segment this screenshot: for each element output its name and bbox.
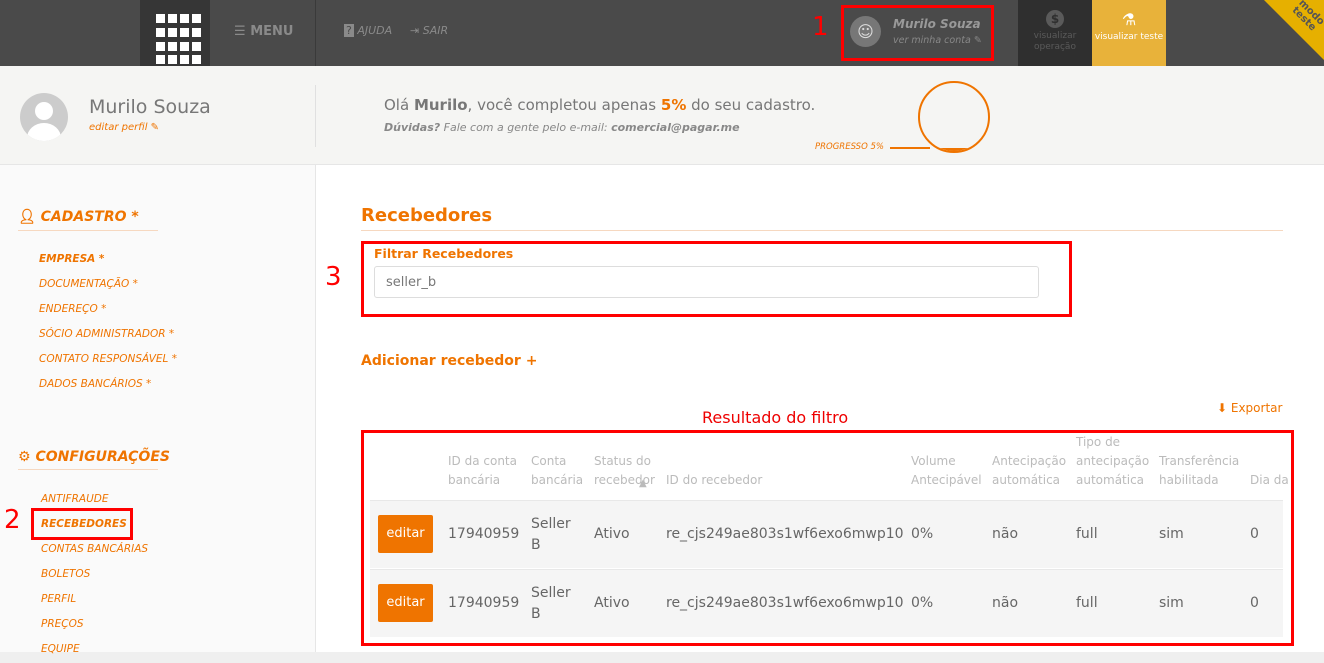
- column-header[interactable]: Antecipação automática: [992, 452, 1072, 490]
- dollar-icon: $: [1046, 10, 1064, 28]
- gear-icon: ⚙: [18, 449, 36, 465]
- column-header[interactable]: Volume Antecipável: [911, 452, 991, 490]
- table-cell: Seller B: [531, 585, 571, 622]
- view-test-label: visualizar teste: [1094, 32, 1164, 42]
- greeting-percent: 5%: [660, 96, 687, 114]
- completion-message: Olá Murilo, você completou apenas 5% do …: [384, 96, 815, 114]
- sidebar-item[interactable]: CONTATO RESPONSÁVEL *: [39, 353, 177, 365]
- sidebar-item[interactable]: CONTAS BANCÁRIAS: [41, 543, 148, 555]
- table-row: editar 17940959 Seller B Ativo re_cjs249ae80…: [370, 569, 1283, 637]
- export-label: Exportar: [1230, 401, 1283, 415]
- add-recipient-link[interactable]: Adicionar recebedor +: [361, 353, 537, 369]
- filter-input[interactable]: [374, 266, 1039, 298]
- column-header[interactable]: Status do recebedor: [594, 452, 674, 490]
- table-cell: Seller B: [531, 516, 571, 553]
- logout-icon: ⇥: [410, 24, 420, 37]
- column-header[interactable]: Dia da transf: [1250, 471, 1294, 490]
- export-link[interactable]: ⬇ Exportar: [1217, 401, 1282, 415]
- greeting-text: do seu cadastro.: [686, 96, 816, 114]
- my-account-link[interactable]: ver minha conta ✎: [893, 35, 982, 46]
- table-cell: 0: [1250, 526, 1259, 542]
- section-label: CADASTRO *: [40, 209, 139, 225]
- sidebar-item[interactable]: BOLETOS: [41, 568, 90, 580]
- sidebar-item[interactable]: DADOS BANCÁRIOS *: [39, 378, 151, 390]
- sort-asc-icon[interactable]: ▲: [639, 478, 647, 489]
- help-link[interactable]: ? AJUDA: [344, 24, 392, 37]
- divider: [361, 230, 1283, 231]
- sidebar-item[interactable]: EQUIPE: [41, 643, 80, 655]
- divider: [18, 469, 158, 470]
- flask-icon: ⚗: [1121, 10, 1137, 29]
- download-icon: ⬇: [1217, 401, 1231, 415]
- divider: [315, 0, 316, 66]
- sidebar-item[interactable]: RECEBEDORES: [41, 518, 127, 530]
- user-icon: 👤︎: [18, 209, 41, 225]
- table-cell: re_cjs249ae803s1wf6exo6mwp10: [666, 595, 904, 611]
- menu-label: MENU: [250, 24, 294, 39]
- greeting-name: Murilo: [413, 96, 468, 114]
- column-header[interactable]: ID da conta bancária: [448, 452, 528, 490]
- edit-profile-link[interactable]: editar perfil ✎: [89, 122, 159, 133]
- column-header[interactable]: ID do recebedor: [666, 471, 866, 490]
- annotation-2: 2: [4, 505, 21, 535]
- filter-result-label: Resultado do filtro: [702, 408, 849, 427]
- help-text: Fale com a gente pelo e-mail:: [440, 121, 612, 134]
- progress-circle: [918, 81, 990, 153]
- section-label: CONFIGURAÇÕES: [35, 449, 170, 465]
- divider: [18, 230, 158, 231]
- help-icon: ?: [344, 24, 354, 37]
- sidebar-item[interactable]: EMPRESA *: [39, 253, 104, 265]
- section-cadastro[interactable]: 👤︎ CADASTRO *: [18, 209, 139, 225]
- sidebar-item[interactable]: ANTIFRAUDE: [41, 493, 108, 505]
- user-avatar-icon: ☺: [850, 16, 881, 47]
- help-message: Dúvidas? Fale com a gente pelo e-mail: c…: [384, 121, 740, 134]
- profile-avatar: [20, 93, 68, 141]
- user-name: Murilo Souza: [893, 17, 981, 31]
- sidebar-item[interactable]: PERFIL: [41, 593, 76, 605]
- greeting-text: , você completou apenas: [467, 96, 661, 114]
- pencil-icon: ✎: [973, 35, 982, 46]
- view-operation-button[interactable]: $ visualizar operação: [1018, 0, 1092, 66]
- sidebar-item[interactable]: SÓCIO ADMINISTRADOR *: [39, 328, 174, 340]
- profile-name: Murilo Souza: [89, 96, 211, 118]
- sidebar-item[interactable]: PREÇOS: [41, 618, 84, 630]
- recipients-table: ID da conta bancária Conta bancária Status…: [361, 430, 1294, 646]
- logo[interactable]: [140, 0, 210, 66]
- edit-button[interactable]: editar: [378, 515, 433, 553]
- sidebar: [0, 165, 316, 655]
- menu-button[interactable]: ☰ MENU: [234, 24, 293, 39]
- column-header[interactable]: Transferência habilitada: [1159, 452, 1239, 490]
- table-cell: re_cjs249ae803s1wf6exo6mwp10: [666, 526, 904, 542]
- page-title: Recebedores: [361, 205, 493, 226]
- annotation-1: 1: [812, 12, 829, 42]
- filter-label: Filtrar Recebedores: [374, 246, 514, 261]
- sidebar-item[interactable]: DOCUMENTAÇÃO *: [39, 278, 138, 290]
- edit-profile-label: editar perfil: [89, 122, 148, 133]
- table-cell: 0: [1250, 595, 1259, 611]
- help-label: AJUDA: [357, 24, 393, 37]
- view-test-button[interactable]: ⚗ visualizar teste: [1092, 0, 1166, 76]
- annotation-3: 3: [325, 262, 342, 292]
- column-header[interactable]: Tipo de antecipação automática: [1076, 433, 1156, 490]
- help-question: Dúvidas?: [384, 121, 441, 134]
- divider: [315, 85, 316, 147]
- progress-fill: [920, 147, 988, 151]
- table-row: editar 17940959 Seller B Ativo re_cjs249ae80…: [370, 500, 1283, 568]
- help-email[interactable]: comercial@pagar.me: [611, 121, 739, 134]
- logout-link[interactable]: ⇥ SAIR: [410, 24, 448, 37]
- edit-button[interactable]: editar: [378, 584, 433, 622]
- my-account-label: ver minha conta: [893, 35, 971, 46]
- logout-label: SAIR: [422, 24, 449, 37]
- progress-label: PROGRESSO 5%: [815, 142, 884, 152]
- pencil-icon: ✎: [150, 122, 160, 133]
- horizontal-scrollbar[interactable]: [0, 652, 1324, 663]
- greeting-text: Olá: [384, 96, 414, 114]
- hamburger-icon: ☰: [234, 24, 251, 39]
- view-operation-label: visualizar operação: [1033, 31, 1077, 52]
- sidebar-item[interactable]: ENDEREÇO *: [39, 303, 106, 315]
- section-configuracoes[interactable]: ⚙ CONFIGURAÇÕES: [18, 449, 170, 465]
